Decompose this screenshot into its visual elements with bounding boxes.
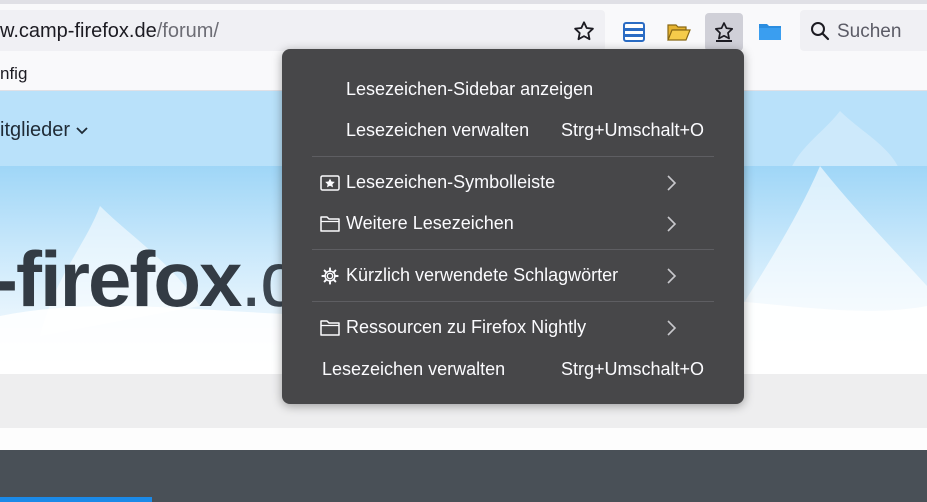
menu-item-label: Lesezeichen verwalten [346, 120, 530, 140]
url-host: w.camp-firefox.de [0, 20, 157, 42]
menu-item-show-sidebar[interactable]: Lesezeichen-Sidebar anzeigen [282, 70, 744, 108]
menu-item-shortcut: Strg+Umschalt+O [560, 359, 704, 379]
logo-main-text: -firefox [0, 235, 242, 323]
menu-item-label: Weitere Lesezeichen [346, 213, 514, 233]
nav-item-members[interactable]: itglieder [0, 119, 88, 142]
menu-separator [312, 301, 714, 302]
url-path: /forum/ [156, 20, 219, 42]
bookmarks-menu-popup: Lesezeichen-Sidebar anzeigen Lesezeichen… [282, 49, 744, 404]
sidebar-button[interactable] [615, 13, 653, 51]
menu-separator [312, 249, 714, 250]
chevron-right-icon [667, 320, 677, 336]
menu-item-manage-bookmarks-bottom[interactable]: Lesezeichen verwalten Strg+Umschalt+O [282, 350, 744, 388]
browser-toolbar: w.camp-firefox.de/forum/ Suchen [0, 0, 927, 56]
menu-item-shortcut: Strg+Umschalt+O [560, 120, 704, 140]
bookmark-item[interactable]: nfig [0, 64, 27, 84]
url-bar[interactable]: w.camp-firefox.de/forum/ [0, 10, 605, 51]
content-white-band [0, 428, 927, 450]
menu-item-recent-tags[interactable]: Kürzlich verwendete Schlagwörter [282, 256, 744, 294]
chevron-down-icon [76, 126, 88, 134]
open-folder-icon [667, 24, 691, 41]
site-logo[interactable]: -firefox.d [0, 234, 303, 325]
active-tab-indicator [0, 497, 152, 502]
bookmarks-menu-icon [714, 22, 734, 42]
folder-icon [759, 24, 781, 40]
menu-item-label: Lesezeichen-Symbolleiste [346, 172, 556, 192]
open-folder-button[interactable] [660, 13, 698, 51]
search-icon [811, 22, 830, 41]
menu-item-nightly-resources[interactable]: Ressourcen zu Firefox Nightly [282, 308, 744, 346]
menu-item-label: Ressourcen zu Firefox Nightly [346, 317, 587, 337]
decorative-drop [790, 111, 900, 171]
menu-item-bookmarks-toolbar[interactable]: Lesezeichen-Symbolleiste [282, 163, 744, 201]
menu-item-manage-bookmarks[interactable]: Lesezeichen verwalten Strg+Umschalt+O [282, 111, 744, 149]
chevron-right-icon [667, 268, 677, 284]
search-bar[interactable]: Suchen [800, 10, 927, 51]
nav-item-label: itglieder [0, 119, 71, 141]
url-text[interactable]: w.camp-firefox.de/forum/ [0, 20, 219, 43]
sidebar-icon [623, 22, 645, 42]
menu-item-other-bookmarks[interactable]: Weitere Lesezeichen [282, 204, 744, 242]
menu-separator [312, 156, 714, 157]
chevron-right-icon [667, 216, 677, 232]
folder-icon [320, 320, 340, 336]
menu-item-label: Lesezeichen-Sidebar anzeigen [346, 79, 594, 99]
folder-button[interactable] [751, 13, 789, 51]
folder-icon [320, 216, 340, 232]
gear-icon [321, 267, 339, 285]
menu-item-label: Lesezeichen verwalten [322, 359, 506, 379]
chevron-right-icon [667, 175, 677, 191]
search-placeholder: Suchen [837, 21, 902, 42]
bookmark-star-button[interactable] [566, 15, 602, 47]
bookmarks-menu-button[interactable] [705, 13, 743, 51]
star-icon [574, 21, 594, 41]
dark-footer-bar [0, 450, 927, 502]
menu-item-label: Kürzlich verwendete Schlagwörter [346, 265, 619, 285]
bookmark-toolbar-icon [320, 175, 340, 191]
